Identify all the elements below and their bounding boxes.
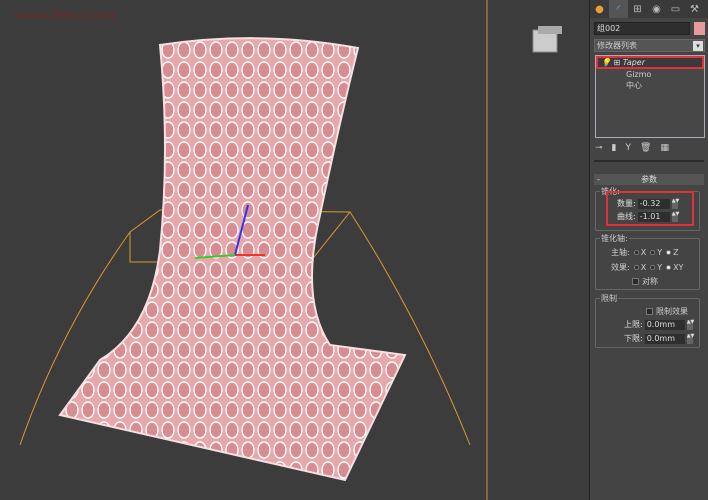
symmetry-checkbox[interactable] <box>632 278 639 285</box>
motion-icon[interactable]: ◉ <box>647 0 666 18</box>
parameters-rollout-header[interactable]: - 参数 <box>594 174 704 185</box>
utilities-icon[interactable]: ⚒ <box>685 0 704 18</box>
option-label: Y <box>657 263 663 272</box>
modifier-list-label: 修改器列表 <box>597 41 637 50</box>
option-label: Z <box>673 248 679 257</box>
modify-icon[interactable]: ◜ <box>609 0 628 18</box>
lightbulb-icon[interactable]: 💡 <box>601 58 611 67</box>
command-panel: ● ◜ ⊞ ◉ ▭ ⚒ 组002 修改器列表 ▾ 💡 ⊞ Taper Gizmo … <box>589 0 708 500</box>
taper-axis-label: 锥化轴: <box>600 233 629 244</box>
highlight-box <box>606 191 694 226</box>
option-label: X <box>640 263 647 272</box>
upper-limit-spinner[interactable]: ▲▼ <box>686 319 694 330</box>
upper-limit-label: 上限: <box>624 320 643 329</box>
limit-effect-checkbox[interactable] <box>646 308 653 315</box>
lower-limit-spinner[interactable]: ▲▼ <box>686 333 694 344</box>
primary-x-radio[interactable] <box>633 250 639 255</box>
panel-tabs: ● ◜ ⊞ ◉ ▭ ⚒ <box>590 0 708 18</box>
stack-tools: ⊸ ▮ Y 🗑 ▦ <box>595 143 669 153</box>
make-unique-icon[interactable]: Y <box>626 143 632 153</box>
modifier-stack[interactable]: 💡 ⊞ Taper Gizmo 中心 <box>595 55 705 138</box>
effect-axis-label: 效果: <box>611 263 630 272</box>
create-icon[interactable]: ● <box>590 0 609 18</box>
option-label: X <box>640 248 647 257</box>
limits-label: 限制 <box>600 293 618 304</box>
rollout-title: 参数 <box>641 175 657 184</box>
show-end-result-icon[interactable]: ▮ <box>612 143 617 153</box>
stack-item-center[interactable]: 中心 <box>596 80 704 91</box>
stack-item-taper[interactable]: 💡 ⊞ Taper <box>596 56 704 69</box>
stack-item-gizmo[interactable]: Gizmo <box>596 69 704 80</box>
chevron-down-icon: ▾ <box>693 41 703 51</box>
remove-modifier-icon[interactable]: 🗑 <box>640 143 651 153</box>
lower-limit-field[interactable]: 0.0mm <box>644 333 685 344</box>
option-label: XY <box>673 263 684 272</box>
limit-effect-label: 限制效果 <box>656 307 688 316</box>
modifier-list-dropdown[interactable]: 修改器列表 ▾ <box>594 39 705 52</box>
hierarchy-icon[interactable]: ⊞ <box>628 0 647 18</box>
primary-z-radio[interactable] <box>666 250 672 255</box>
symmetry-label: 对称 <box>642 277 658 286</box>
object-color-swatch[interactable] <box>694 22 705 35</box>
effect-x-radio[interactable] <box>633 265 639 270</box>
upper-limit-field[interactable]: 0.0mm <box>644 319 685 330</box>
display-icon[interactable]: ▭ <box>666 0 685 18</box>
perspective-viewport[interactable]: www.3dxy.com <box>0 0 588 500</box>
lower-limit-label: 下限: <box>624 334 643 343</box>
option-label: Y <box>657 248 663 257</box>
pin-stack-icon[interactable]: ⊸ <box>595 143 603 153</box>
primary-y-radio[interactable] <box>650 250 656 255</box>
primary-axis-label: 主轴: <box>611 248 630 257</box>
viewcube-icon <box>532 26 562 53</box>
divider <box>594 160 704 162</box>
configure-sets-icon[interactable]: ▦ <box>660 143 669 153</box>
watermark-logo: www.3dxy.com <box>14 8 115 22</box>
effect-xy-radio[interactable] <box>666 265 672 270</box>
effect-y-radio[interactable] <box>650 265 656 270</box>
object-name-field[interactable]: 组002 <box>594 22 690 35</box>
scene <box>19 0 562 500</box>
taper-label: Taper <box>622 58 646 67</box>
